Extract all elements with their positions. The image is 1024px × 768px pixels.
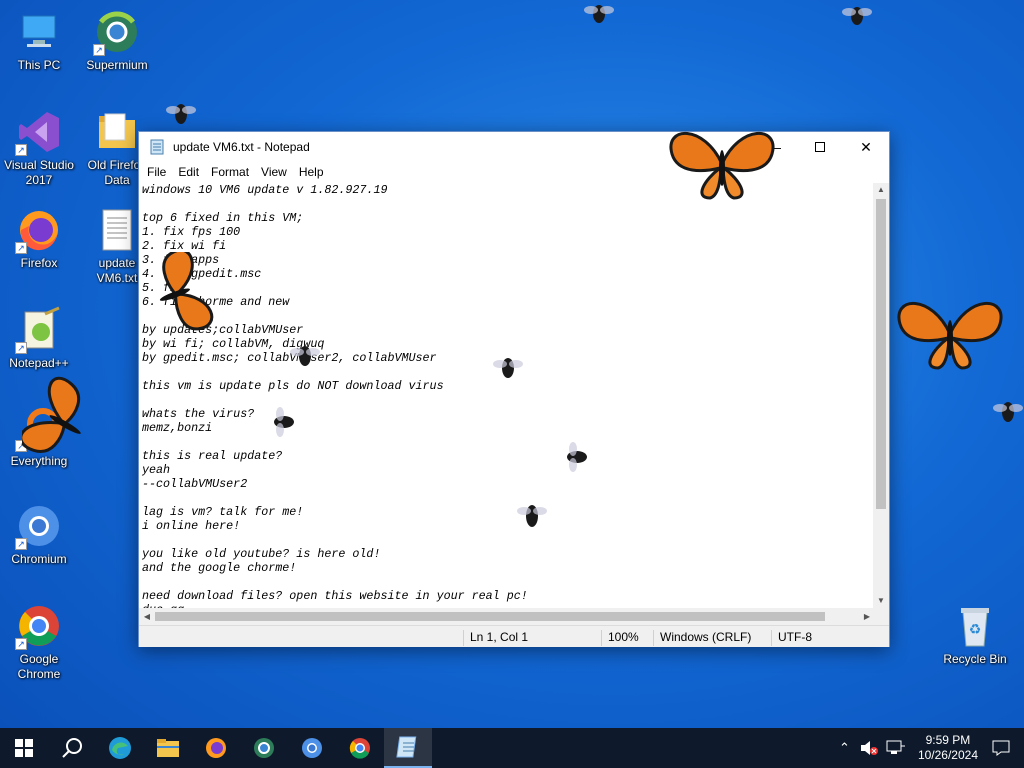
supermium-icon: [254, 738, 274, 758]
chromium-icon: ↗: [15, 502, 63, 550]
clock-time: 9:59 PM: [925, 733, 971, 747]
clock-date: 10/26/2024: [917, 748, 978, 762]
desktop-icon-google-chrome[interactable]: ↗ Google Chrome: [0, 602, 78, 682]
notepad-icon: [396, 736, 417, 758]
scroll-down-icon[interactable]: ▼: [873, 594, 889, 608]
taskbar-edge[interactable]: [96, 728, 144, 768]
fly-icon: [567, 442, 587, 472]
file-explorer-icon: [157, 739, 179, 757]
search-button[interactable]: [48, 728, 96, 768]
fly-icon: [993, 402, 1023, 422]
fly-icon: [290, 346, 320, 366]
clock[interactable]: 9:59 PM 10/26/2024: [918, 733, 978, 763]
search-icon: [62, 738, 82, 758]
desktop-icon-label: This PC: [17, 58, 61, 72]
supermium-icon: ↗: [93, 8, 141, 56]
desktop-icon-notepad-plus-plus[interactable]: ↗ Notepad++: [0, 306, 78, 371]
shortcut-arrow-icon: ↗: [15, 638, 27, 650]
folder-icon: [93, 108, 141, 156]
shortcut-arrow-icon: ↗: [15, 242, 27, 254]
visual-studio-icon: ↗: [15, 108, 63, 156]
scroll-up-icon[interactable]: ▲: [873, 183, 889, 197]
scrollbar-corner: [873, 608, 889, 625]
taskbar: ⌃ 9:59 PM 10/26/2024: [0, 728, 1024, 768]
desktop-icon-firefox[interactable]: ↗ Firefox: [0, 206, 78, 271]
desktop-icon-visual-studio[interactable]: ↗ Visual Studio 2017: [0, 108, 78, 188]
taskbar-firefox[interactable]: [192, 728, 240, 768]
butterfly-icon: [22, 376, 81, 453]
close-icon: ✕: [860, 138, 872, 155]
butterfly-icon: [159, 252, 214, 331]
taskbar-supermium[interactable]: [240, 728, 288, 768]
fly-icon: [274, 407, 294, 437]
horizontal-scroll-thumb[interactable]: [155, 612, 825, 621]
notepad-icon: [149, 139, 165, 155]
menu-format[interactable]: Format: [205, 165, 255, 179]
desktop-icon-label: Recycle Bin: [943, 652, 1007, 666]
menu-view[interactable]: View: [255, 165, 293, 179]
fly-icon: [842, 7, 872, 25]
butterfly-icon: [669, 131, 775, 200]
chrome-icon: [349, 738, 370, 759]
menu-file[interactable]: File: [141, 165, 172, 179]
fly-icon: [166, 104, 196, 124]
shortcut-arrow-icon: ↗: [15, 538, 27, 550]
system-tray: ⌃ 9:59 PM 10/26/2024: [839, 728, 1024, 768]
this-pc-icon: [15, 8, 63, 56]
shortcut-arrow-icon: ↗: [15, 342, 27, 354]
taskbar-chrome[interactable]: [336, 728, 384, 768]
vertical-scrollbar[interactable]: ▲ ▼: [873, 183, 889, 608]
shortcut-arrow-icon: ↗: [93, 44, 105, 56]
status-encoding: UTF-8: [771, 630, 881, 646]
svg-text:♻: ♻: [969, 621, 982, 637]
desktop-icon-this-pc[interactable]: This PC: [0, 8, 78, 73]
taskbar-chromium[interactable]: [288, 728, 336, 768]
status-zoom: 100%: [601, 630, 653, 646]
chromium-icon: [302, 738, 322, 758]
desktop-icon-label: Notepad++: [9, 356, 69, 370]
firefox-icon: ↗: [15, 206, 63, 254]
desktop-icon-label: Firefox: [20, 256, 58, 270]
desktop-icon-chromium[interactable]: ↗ Chromium: [0, 502, 78, 567]
notepad-window: update VM6.txt - Notepad — ✕ File Edit F…: [138, 131, 890, 647]
horizontal-scrollbar[interactable]: ◀ ▶: [139, 608, 875, 625]
close-button[interactable]: ✕: [843, 132, 889, 162]
status-position: Ln 1, Col 1: [463, 630, 601, 646]
status-bar: Ln 1, Col 1 100% Windows (CRLF) UTF-8: [139, 625, 889, 647]
desktop-icon-label: Supermium: [86, 58, 148, 72]
chevron-up-icon[interactable]: ⌃: [839, 740, 850, 756]
taskbar-notepad[interactable]: [384, 728, 432, 768]
fly-icon: [517, 505, 547, 527]
fly-icon: [584, 5, 614, 23]
speaker-muted-icon[interactable]: [860, 740, 878, 756]
maximize-icon: [815, 142, 825, 152]
desktop-icon-label: Chromium: [11, 552, 67, 566]
status-line-ending: Windows (CRLF): [653, 630, 771, 646]
text-file-icon: [93, 206, 141, 254]
recycle-bin-icon: ♻: [951, 602, 999, 650]
vertical-scroll-thumb[interactable]: [876, 199, 886, 509]
desktop-icon-label: Google Chrome: [17, 652, 61, 681]
butterfly-icon: [897, 301, 1003, 370]
notepad-plus-plus-icon: ↗: [15, 306, 63, 354]
text-editor[interactable]: windows 10 VM6 update v 1.82.927.19 top …: [139, 183, 875, 608]
notification-icon[interactable]: [992, 740, 1010, 756]
desktop-icon-label: Visual Studio 2017: [4, 158, 74, 187]
maximize-button[interactable]: [797, 132, 843, 162]
desktop-icon-supermium[interactable]: ↗ Supermium: [78, 8, 156, 73]
scroll-left-icon[interactable]: ◀: [139, 608, 155, 625]
start-icon: [15, 739, 33, 757]
start-button[interactable]: [0, 728, 48, 768]
document-text[interactable]: windows 10 VM6 update v 1.82.927.19 top …: [142, 183, 872, 608]
edge-icon: [109, 737, 131, 759]
chrome-icon: ↗: [15, 602, 63, 650]
taskbar-file-explorer[interactable]: [144, 728, 192, 768]
menu-edit[interactable]: Edit: [172, 165, 205, 179]
fly-icon: [493, 358, 523, 378]
shortcut-arrow-icon: ↗: [15, 144, 27, 156]
menu-help[interactable]: Help: [293, 165, 330, 179]
desktop-icon-recycle-bin[interactable]: ♻ Recycle Bin: [936, 602, 1014, 667]
firefox-icon: [206, 738, 226, 758]
network-icon[interactable]: [886, 740, 906, 756]
